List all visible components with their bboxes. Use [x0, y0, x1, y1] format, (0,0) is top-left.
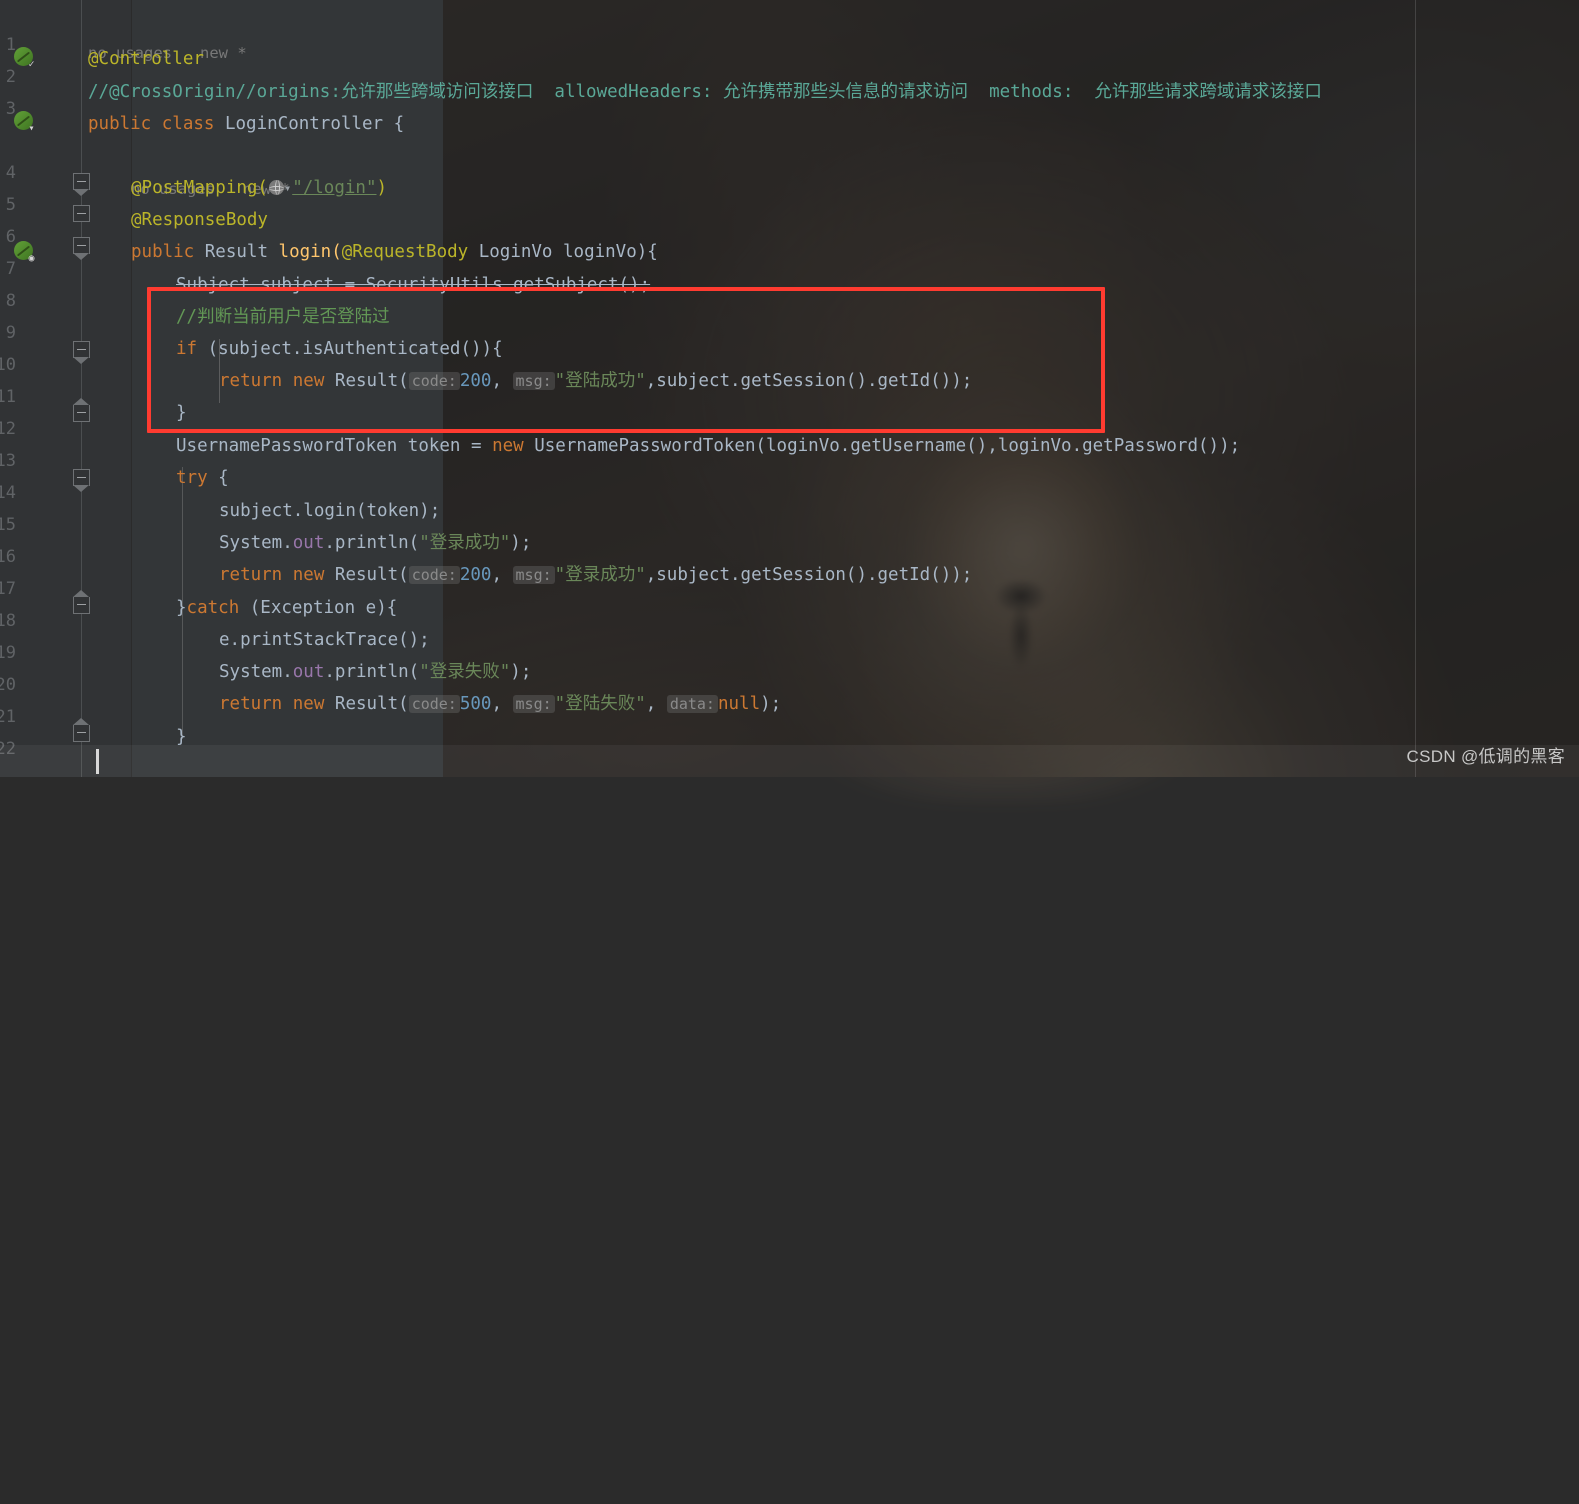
brace-close: } [176, 727, 187, 747]
code-line-5[interactable]: @PostMapping(▾"/login") [0, 172, 387, 204]
ctor-result: Result( [334, 565, 409, 585]
inlay-hint-data: data: [666, 695, 718, 713]
code-line-2[interactable]: //@CrossOrigin//origins:允许那些跨域访问该接口 allo… [0, 76, 1322, 108]
annotation-requestbody[interactable]: @RequestBody [342, 242, 479, 262]
statement-printstacktrace: e.printStackTrace(); [219, 630, 430, 650]
code-line-16[interactable]: System.out.println("登录成功"); [0, 527, 531, 559]
code-line-22[interactable]: } [0, 721, 187, 753]
keyword-public: public [131, 242, 205, 262]
keyword-class: class [161, 114, 225, 134]
method-name-login: login( [278, 242, 342, 262]
close-paren: ); [510, 533, 532, 553]
web-endpoint-globe-icon[interactable] [268, 180, 284, 195]
statement-subject-login: subject.login(token); [219, 501, 441, 521]
inlay-hint-msg: msg: [512, 566, 555, 584]
code-line-19[interactable]: e.printStackTrace(); [0, 624, 430, 656]
code-line-13[interactable]: UsernamePasswordToken token = new Userna… [0, 430, 1240, 462]
field-out: out [292, 662, 325, 682]
literal-null: null [717, 694, 761, 714]
annotation-postmapping[interactable]: @PostMapping( [131, 178, 268, 198]
csdn-watermark: CSDN @低调的黑客 [1406, 747, 1565, 766]
keyword-return: return [219, 694, 293, 714]
code-line-3[interactable]: public class LoginController { [0, 108, 404, 140]
new-marker-hint[interactable]: new * [200, 44, 247, 62]
comment-crossorigin: //@CrossOrigin//origins:允许那些跨域访问该接口 allo… [88, 82, 1322, 102]
annotation-responsebody[interactable]: @ResponseBody [131, 210, 268, 230]
code-line-15[interactable]: subject.login(token); [0, 495, 440, 527]
field-out: out [292, 533, 325, 553]
code-line-18[interactable]: }catch (Exception e){ [0, 592, 397, 624]
keyword-try: try [176, 468, 219, 488]
keyword-new: new [292, 694, 335, 714]
close-paren: ); [510, 662, 532, 682]
literal-login-fail: "登录失败" [419, 662, 511, 682]
ctor-usernamepasswordtoken: UsernamePasswordToken(loginVo.getUsernam… [534, 436, 1241, 456]
system-prefix: System. [219, 533, 293, 553]
annotation-controller[interactable]: @Controller [88, 49, 204, 69]
code-line-17[interactable]: return new Result(code: 200, msg: "登录成功",s… [0, 559, 972, 591]
catch-param: (Exception e){ [249, 598, 398, 618]
text-caret [96, 749, 99, 774]
decl-token: UsernamePasswordToken token = [176, 436, 493, 456]
literal-login-success: "登录成功" [419, 533, 511, 553]
class-name-logincontroller: LoginController [224, 114, 394, 134]
literal-login-fail-trad: "登陆失败" [554, 694, 646, 714]
code-line-20[interactable]: System.out.println("登录失败"); [0, 656, 531, 688]
literal-500: 500 [459, 694, 492, 714]
code-line-21[interactable]: return new Result(code: 500, msg: "登陆失败", … [0, 688, 781, 720]
chevron-down-icon[interactable]: ▾ [284, 172, 291, 204]
keyword-new: new [292, 565, 335, 585]
ctor-result: Result( [334, 694, 409, 714]
session-call: ,subject.getSession().getId()); [645, 565, 973, 585]
param-loginvo: LoginVo loginVo){ [478, 242, 658, 262]
inlay-hint-code: code: [408, 695, 460, 713]
system-prefix: System. [219, 662, 293, 682]
code-line-1[interactable]: @Controller [0, 43, 204, 75]
inlay-hint-code: code: [408, 566, 460, 584]
brace-close: } [176, 598, 187, 618]
code-line-14[interactable]: try { [0, 462, 229, 494]
keyword-return: return [219, 565, 293, 585]
inlay-hint-msg: msg: [512, 695, 555, 713]
mapping-path-literal[interactable]: "/login" [292, 178, 376, 198]
method-println: .println( [324, 533, 420, 553]
code-line-7[interactable]: public Result login(@RequestBody LoginVo… [0, 236, 658, 268]
red-annotation-rectangle [147, 287, 1105, 433]
literal-200: 200 [459, 565, 492, 585]
literal-login-success: "登录成功" [554, 565, 646, 585]
method-println: .println( [324, 662, 420, 682]
code-line-6[interactable]: @ResponseBody [0, 204, 268, 236]
code-line-hint: no usages new * [0, 5, 247, 62]
code-line-hint-2: no usages new * [0, 141, 290, 198]
brace-open: { [218, 468, 229, 488]
keyword-public: public [88, 114, 162, 134]
keyword-new: new [492, 436, 535, 456]
keyword-catch: catch [186, 598, 250, 618]
brace-open: { [393, 114, 405, 134]
return-type-result: Result [204, 242, 279, 262]
